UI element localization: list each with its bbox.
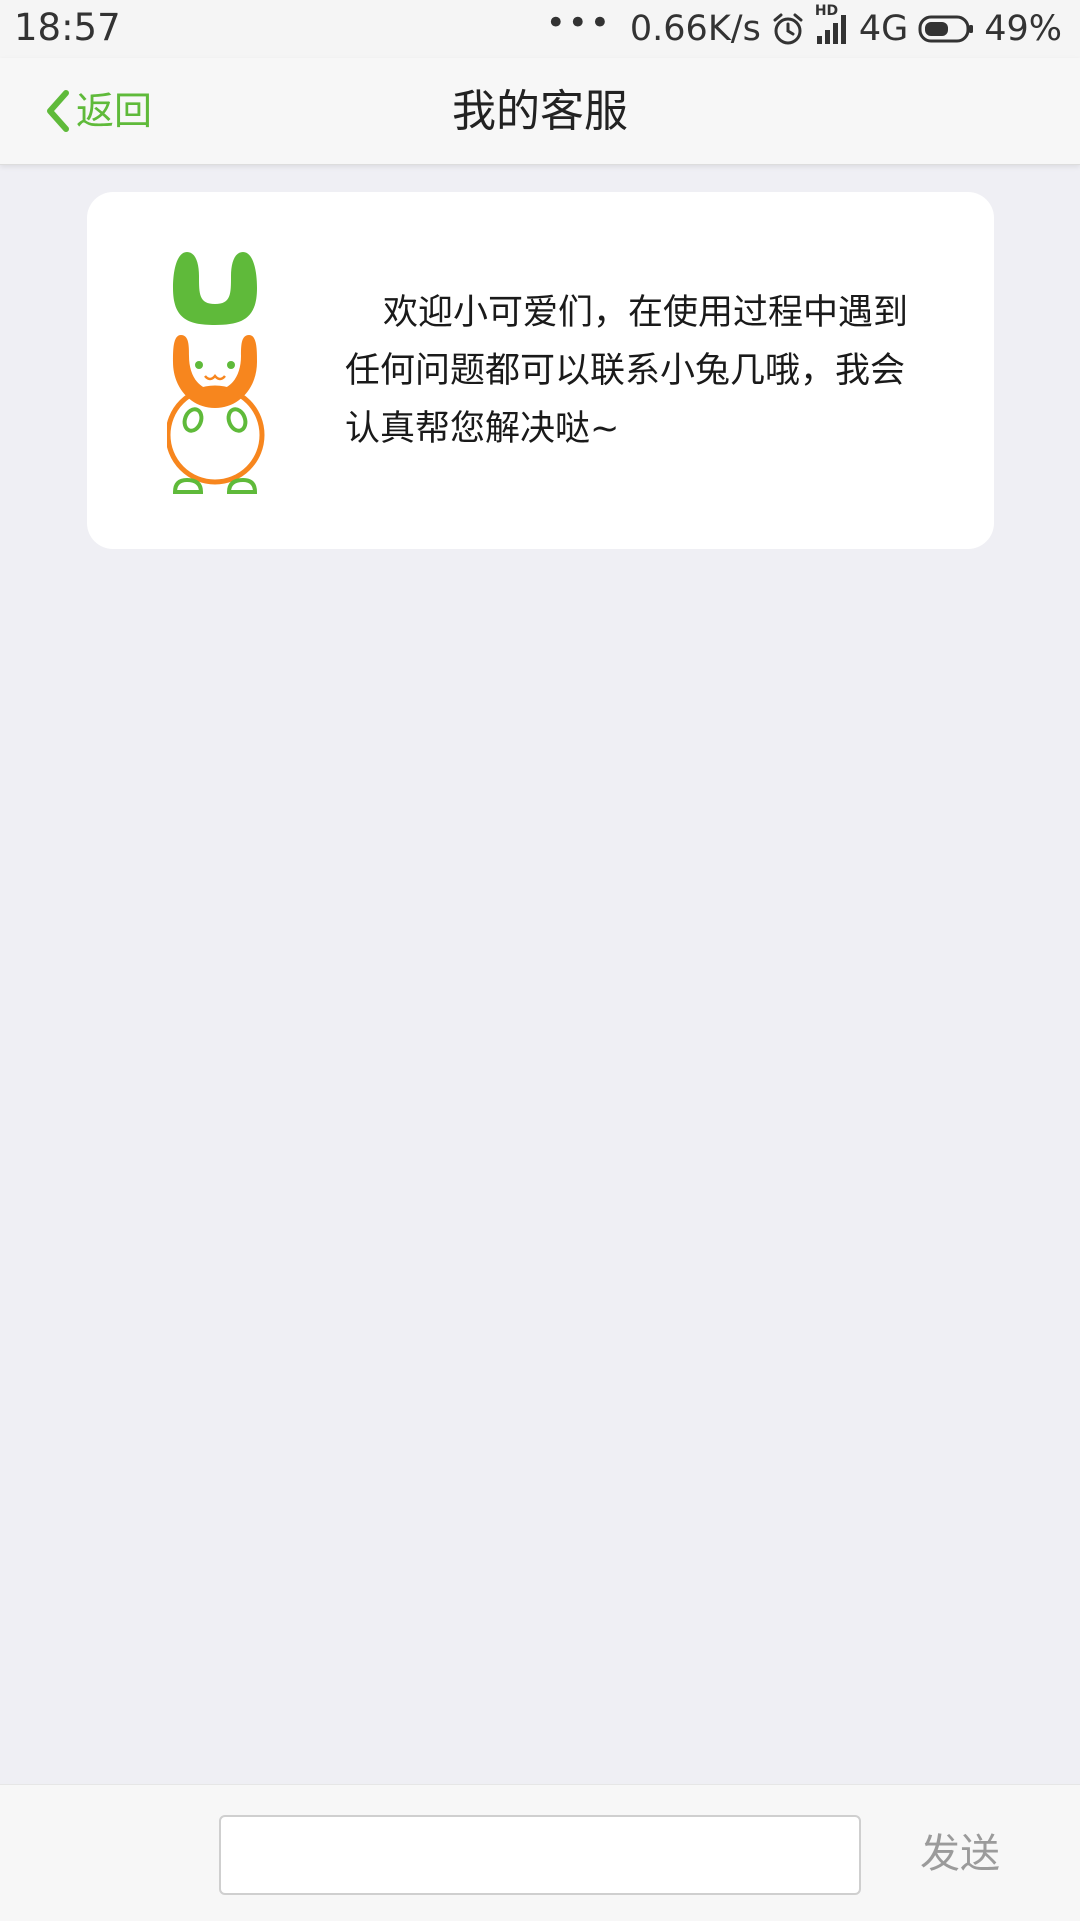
battery-percent: 49% (984, 9, 1062, 49)
network-type: 4G (858, 9, 909, 49)
hd-label: HD (814, 3, 839, 19)
more-notifications-icon: ••• (545, 3, 612, 43)
send-button[interactable]: 发送 (920, 1829, 1000, 1879)
signal-icon: HD (815, 4, 849, 46)
nav-bar: 返回 我的客服 (0, 58, 1080, 165)
battery-icon (918, 14, 974, 44)
rabbit-mascot-icon (165, 240, 357, 500)
welcome-message: 欢迎小可爱们，在使用过程中遇到任何问题都可以联系小兔几哦，我会认真帮您解决哒~ (345, 293, 909, 449)
status-bar: 18:57 ••• 0.66K/s HD 4G 49% (0, 0, 1080, 58)
welcome-card: 欢迎小可爱们，在使用过程中遇到任何问题都可以联系小兔几哦，我会认真帮您解决哒~ (87, 192, 994, 549)
page-title: 我的客服 (452, 86, 628, 137)
message-composer: 发送 (0, 1784, 1080, 1921)
network-speed: 0.66K/s (629, 9, 761, 49)
alarm-icon (771, 12, 805, 46)
message-input[interactable] (219, 1815, 861, 1895)
status-time: 18:57 (14, 6, 121, 49)
status-icons: ••• 0.66K/s HD 4G 49% (546, 3, 1062, 50)
